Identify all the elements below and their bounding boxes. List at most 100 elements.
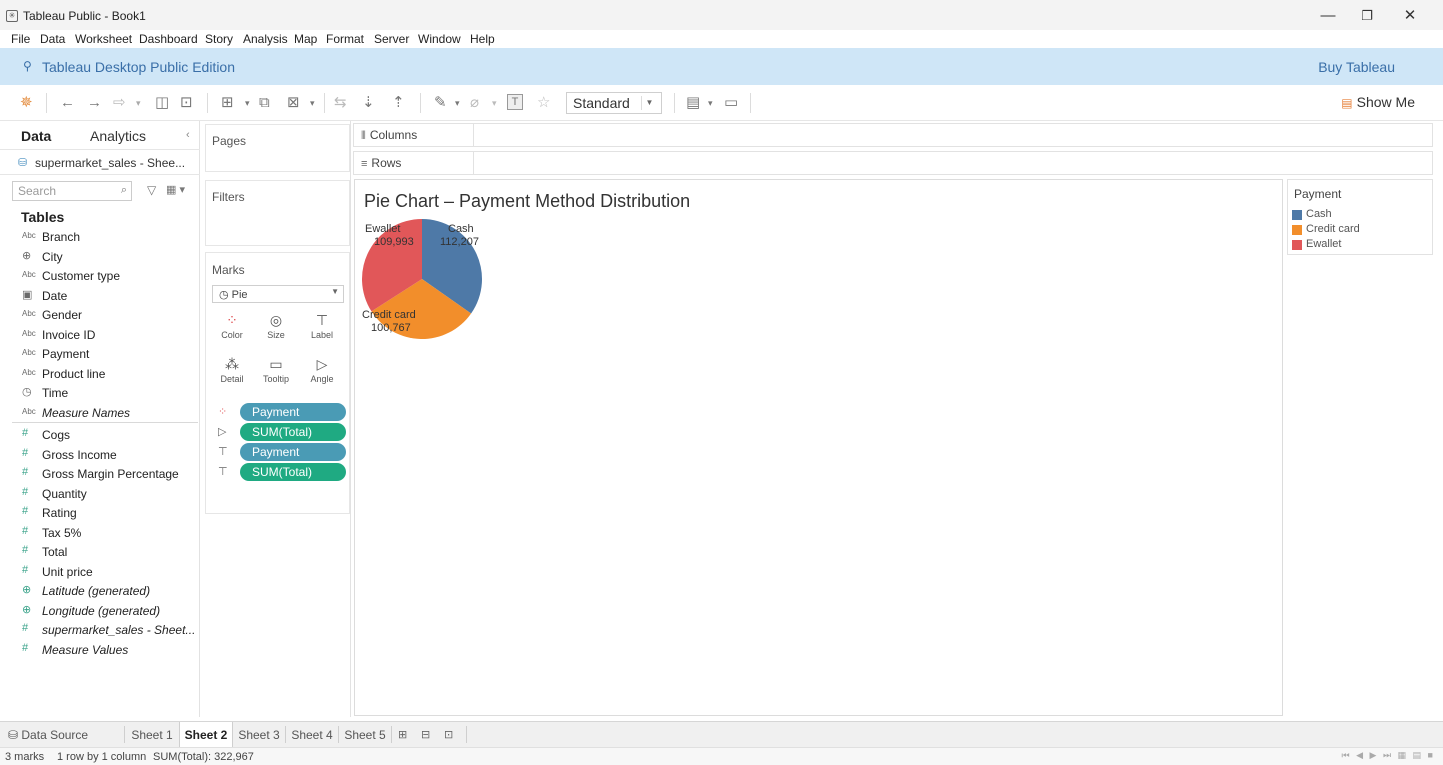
menu-help[interactable]: Help: [470, 32, 495, 46]
globe-icon: ⊕: [22, 249, 32, 262]
highlight-icon[interactable]: ✎: [434, 94, 447, 112]
pill-payment-color[interactable]: Payment: [240, 403, 346, 421]
menu-analysis[interactable]: Analysis: [243, 32, 288, 46]
field-item[interactable]: Abc Customer type: [0, 267, 198, 286]
field-item[interactable]: Abc Gender: [0, 306, 198, 325]
menu-map[interactable]: Map: [294, 32, 317, 46]
presentation-mode-icon[interactable]: ▭: [724, 94, 738, 112]
menu-file[interactable]: File: [11, 32, 30, 46]
group-members-icon[interactable]: ⌀: [470, 94, 479, 112]
field-item[interactable]: # Quantity: [0, 485, 198, 504]
menu-window[interactable]: Window: [418, 32, 461, 46]
toolbar-separator: [420, 93, 421, 113]
highlight-dropdown-icon[interactable]: ▾: [455, 94, 460, 112]
menu-story[interactable]: Story: [205, 32, 233, 46]
angle-button[interactable]: ▷ Angle: [302, 351, 342, 391]
new-worksheet-dropdown-icon[interactable]: ▾: [245, 94, 250, 112]
mark-type-select[interactable]: ◷ Pie ▼: [212, 285, 344, 303]
group-dropdown-icon[interactable]: ▾: [492, 94, 497, 112]
field-item[interactable]: # Rating: [0, 504, 198, 523]
new-datasource-icon[interactable]: ⊡: [180, 94, 193, 112]
size-icon: ◎: [269, 312, 283, 328]
tab-sheet-4[interactable]: Sheet 4: [288, 722, 336, 747]
filter-icon[interactable]: ▽: [147, 183, 156, 197]
menu-data[interactable]: Data: [40, 32, 65, 46]
close-button[interactable]: ✕: [1395, 4, 1425, 28]
minimize-button[interactable]: —: [1313, 4, 1343, 28]
tooltip-button[interactable]: ▭ Tooltip: [256, 351, 296, 391]
new-worksheet-icon[interactable]: ⊞: [398, 728, 407, 741]
field-item[interactable]: Abc Branch: [0, 228, 198, 247]
clear-sheet-icon[interactable]: ⊠: [287, 94, 300, 112]
sort-ascending-icon[interactable]: ⇣: [362, 94, 375, 112]
sheet-navigation-icons[interactable]: ⏮ ◀ ▶ ⏭ ▦ ▤ ■: [1342, 750, 1436, 761]
menu-format[interactable]: Format: [326, 32, 364, 46]
tableau-logo-icon[interactable]: ✵: [20, 94, 33, 112]
label-button[interactable]: ⊤ Label: [302, 307, 342, 347]
field-item[interactable]: # Cogs: [0, 426, 198, 445]
new-story-icon[interactable]: ⊡: [444, 728, 453, 741]
duplicate-sheet-icon[interactable]: ⧉: [259, 94, 270, 112]
tab-data-source[interactable]: ⛁ Data Source: [8, 722, 94, 747]
field-item[interactable]: Abc Payment: [0, 345, 198, 364]
show-cards-dropdown-icon[interactable]: ▾: [708, 94, 713, 112]
replay-dropdown-icon[interactable]: ▾: [136, 94, 141, 112]
tab-analytics[interactable]: Analytics: [90, 128, 146, 144]
field-item[interactable]: # Gross Margin Percentage: [0, 465, 198, 484]
tab-data[interactable]: Data: [21, 128, 51, 144]
pages-shelf[interactable]: Pages: [205, 124, 350, 172]
worksheet-canvas[interactable]: Pie Chart – Payment Method Distribution …: [354, 179, 1283, 716]
show-mark-labels-icon[interactable]: T: [507, 94, 523, 110]
undo-icon[interactable]: ←: [60, 94, 75, 112]
pill-sum-total-label[interactable]: SUM(Total): [240, 463, 346, 481]
search-input[interactable]: [13, 182, 109, 200]
field-item[interactable]: ⊕ Latitude (generated): [0, 582, 198, 601]
tab-sheet-2[interactable]: Sheet 2: [179, 722, 233, 747]
field-item[interactable]: Abc Product line: [0, 365, 198, 384]
columns-shelf[interactable]: ⦀ Columns: [353, 123, 1433, 147]
restore-button[interactable]: ❐: [1352, 4, 1382, 28]
tab-sheet-1[interactable]: Sheet 1: [128, 722, 176, 747]
new-dashboard-icon[interactable]: ⊟: [421, 728, 430, 741]
fix-axes-icon[interactable]: ☆: [537, 94, 550, 112]
rows-shelf[interactable]: ≡ Rows: [353, 151, 1433, 175]
tab-sheet-5[interactable]: Sheet 5: [341, 722, 389, 747]
save-icon[interactable]: ◫: [155, 94, 169, 112]
new-worksheet-icon[interactable]: ⊞: [221, 94, 234, 112]
menu-dashboard[interactable]: Dashboard: [139, 32, 198, 46]
field-item[interactable]: Abc Measure Names: [0, 404, 198, 423]
pill-sum-total-angle[interactable]: SUM(Total): [240, 423, 346, 441]
field-item[interactable]: ▣ Date: [0, 287, 198, 306]
pill-payment-label[interactable]: Payment: [240, 443, 346, 461]
swap-rows-columns-icon[interactable]: ⇆: [334, 94, 347, 112]
detail-button[interactable]: ⁂ Detail: [212, 351, 252, 391]
redo-icon[interactable]: →: [87, 94, 102, 112]
sort-descending-icon[interactable]: ⇡: [392, 94, 405, 112]
field-item[interactable]: # Measure Values: [0, 641, 198, 660]
field-item[interactable]: # Tax 5%: [0, 524, 198, 543]
field-item[interactable]: ⊕ City: [0, 248, 198, 267]
show-cards-icon[interactable]: ▤: [686, 94, 700, 112]
field-item[interactable]: # supermarket_sales - Sheet...: [0, 621, 198, 640]
menu-worksheet[interactable]: Worksheet: [75, 32, 132, 46]
color-button[interactable]: ⁘ Color: [212, 307, 252, 347]
datasource-item[interactable]: ⛁ supermarket_sales - Shee...: [0, 149, 200, 175]
field-item[interactable]: # Gross Income: [0, 446, 198, 465]
menu-server[interactable]: Server: [374, 32, 409, 46]
field-item[interactable]: # Unit price: [0, 563, 198, 582]
replay-icon[interactable]: ⇨: [113, 94, 126, 112]
fit-select[interactable]: Standard ▼: [566, 92, 662, 114]
filters-shelf[interactable]: Filters: [205, 180, 350, 246]
field-item[interactable]: ⊕ Longitude (generated): [0, 602, 198, 621]
view-mode-icon[interactable]: ▦ ▾: [166, 183, 185, 196]
field-item[interactable]: ◷ Time: [0, 384, 198, 403]
clear-dropdown-icon[interactable]: ▾: [310, 94, 315, 112]
buy-tableau-link[interactable]: Buy Tableau: [1318, 59, 1395, 75]
tab-sheet-3[interactable]: Sheet 3: [235, 722, 283, 747]
field-item[interactable]: # Total: [0, 543, 198, 562]
pin-icon[interactable]: ⚲: [23, 59, 32, 73]
collapse-pane-icon[interactable]: ‹: [186, 129, 190, 141]
field-item[interactable]: Abc Invoice ID: [0, 326, 198, 345]
show-me-button[interactable]: ▤ Show Me: [1341, 94, 1415, 110]
size-button[interactable]: ◎ Size: [256, 307, 296, 347]
